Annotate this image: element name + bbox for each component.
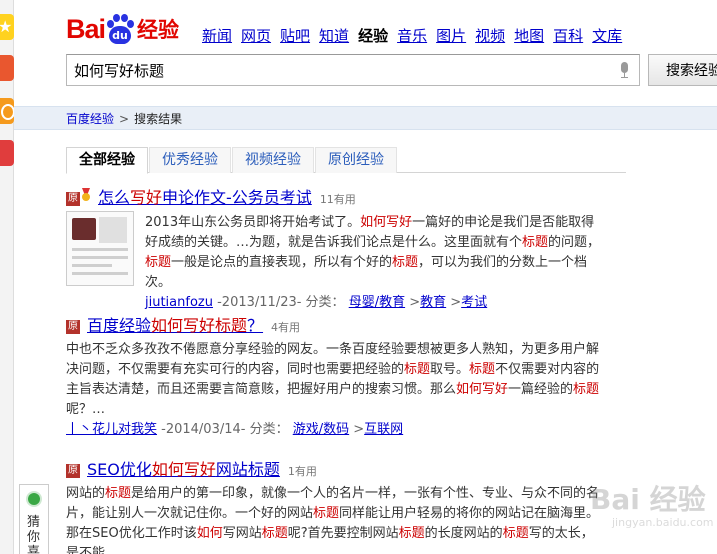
result-snippet: 网站的标题是给用户的第一印象，就像一个人的名片一样，一张有个性、专业、与众不同的… (66, 486, 600, 554)
nav-link[interactable]: 知道 (319, 26, 349, 46)
watermark-logo: Bai 经验 (590, 483, 706, 516)
category-link[interactable]: 考试 (461, 295, 487, 310)
search-input[interactable] (67, 55, 607, 85)
result-snippet: 中也不乏众多孜孜不倦愿意分享经验的网友。一条百度经验要想被更多人熟知，为更多用户… (66, 342, 600, 417)
guess-you-like-widget[interactable]: 猜你喜 (19, 484, 49, 554)
nav-link[interactable]: 视频 (475, 26, 505, 46)
search-box (66, 54, 640, 86)
result-thumbnail[interactable] (66, 211, 134, 286)
category-link[interactable]: 游戏/数码 (293, 422, 349, 437)
result-snippet: 2013年山东公务员即将开始考试了。如何写好一篇好的申论是我们是否能取得好成绩的… (145, 215, 601, 290)
result-title-link[interactable]: SEO优化如何写好网站标题 (87, 460, 280, 479)
breadcrumb-separator: > (119, 112, 130, 126)
search-result: 原 怎么写好申论作文-公务员考试 11有用 2013年山东公务员即将开始考试了。如何… (66, 184, 606, 310)
tab[interactable]: 全部经验 (66, 147, 148, 174)
nav-link[interactable]: 地图 (514, 26, 544, 46)
category-link[interactable]: 母婴/教育 (349, 295, 405, 310)
search-result: 原 SEO优化如何写好网站标题 1有用 网站的标题是给用户的第一印象，就像一个人的名… (66, 456, 606, 554)
tab[interactable]: 原创经验 (315, 147, 397, 173)
author-link[interactable]: jiutianfozu (145, 295, 213, 310)
logo-jingyan-text: 经验 (137, 18, 180, 42)
nav-link[interactable]: 网页 (241, 26, 271, 46)
breadcrumb-bar: 百度经验 > 搜索结果 (14, 106, 717, 130)
guess-label: 猜你喜 (27, 515, 41, 554)
left-toolbar (0, 0, 15, 554)
share-icon[interactable] (0, 140, 14, 166)
watermark: Bai 经验 jingyan.baidu.com (590, 478, 717, 538)
result-title-link[interactable]: 怎么写好申论作文-公务员考试 (98, 188, 312, 207)
status-dot-icon (28, 493, 40, 505)
result-tabs: 全部经验 优秀经验 视频经验 原创经验 (66, 147, 626, 174)
favorite-star-icon[interactable] (0, 14, 14, 40)
author-link[interactable]: 丨丶花儿对我笑 (66, 422, 157, 437)
breadcrumb-current: 搜索结果 (134, 112, 183, 126)
nav-link[interactable]: 音乐 (397, 26, 427, 46)
nav-link[interactable]: 新闻 (202, 26, 232, 46)
nav-link[interactable]: 文库 (592, 26, 622, 46)
useful-count: 4有用 (271, 321, 301, 334)
original-badge-icon: 原 (66, 192, 80, 206)
breadcrumb-home-link[interactable]: 百度经验 (66, 112, 114, 126)
nav-link[interactable]: 经验 (358, 26, 388, 46)
microphone-icon[interactable] (619, 62, 629, 78)
result-title-link[interactable]: 百度经验如何写好标题？ (87, 316, 263, 335)
weibo-icon[interactable] (0, 98, 15, 124)
search-result: 原百度经验如何写好标题？ 4有用 中也不乏众多孜孜不倦愿意分享经验的网友。一条百度… (66, 312, 606, 440)
tab[interactable]: 视频经验 (232, 147, 314, 173)
nav-link[interactable]: 图片 (436, 26, 466, 46)
tab[interactable]: 优秀经验 (149, 147, 231, 173)
logo-du-text: du (109, 26, 132, 44)
breadcrumb: 百度经验 > 搜索结果 (66, 110, 182, 127)
result-meta: 丨丶花儿对我笑 -2014/03/14- 分类： 游戏/数码 >互联网 (66, 422, 404, 437)
nav-link[interactable]: 贴吧 (280, 26, 310, 46)
baidu-jingyan-logo[interactable]: Bai du 经验 (66, 10, 179, 44)
useful-count: 1有用 (287, 465, 317, 478)
original-badge-icon: 原 (66, 320, 80, 334)
useful-count: 11有用 (319, 193, 356, 206)
search-button[interactable]: 搜索经验 (648, 54, 717, 86)
paw-icon: du (106, 14, 135, 44)
top-nav: 新闻 网页 贴吧 知道 经验 音乐 图片 视频 地图 百科 文库 (202, 26, 631, 46)
category-link[interactable]: 互联网 (364, 422, 403, 437)
result-meta: jiutianfozu -2013/11/23- 分类： 母婴/教育 >教育 >… (145, 295, 488, 310)
original-badge-icon: 原 (66, 464, 80, 478)
logo-bai-text: Bai (66, 14, 106, 44)
medal-icon (81, 188, 91, 202)
watermark-url: jingyan.baidu.com (612, 516, 714, 529)
nav-link[interactable]: 百科 (553, 26, 583, 46)
category-link[interactable]: 教育 (420, 295, 446, 310)
bookmark-tag-icon[interactable] (0, 55, 14, 81)
